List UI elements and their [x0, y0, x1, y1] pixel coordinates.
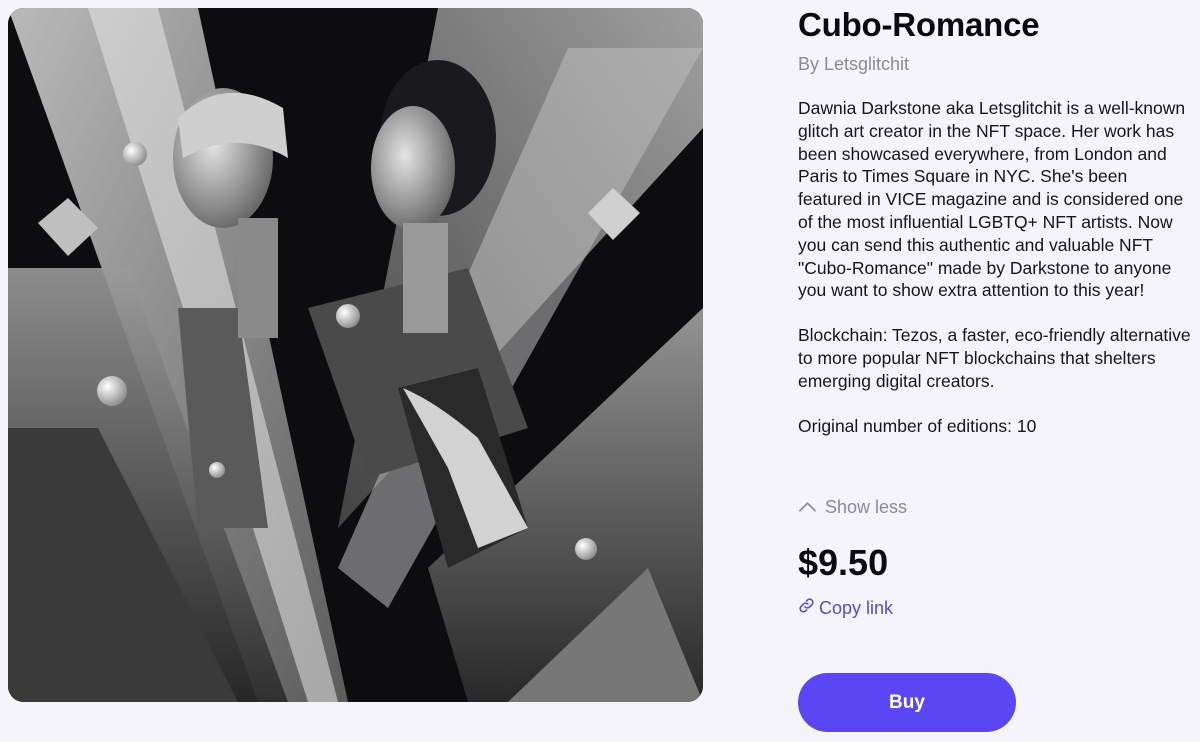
product-title: Cubo-Romance	[798, 6, 1040, 43]
artwork-image	[8, 8, 703, 702]
show-less-label: Show less	[825, 497, 908, 517]
show-less-button[interactable]: Show less	[798, 497, 907, 518]
description-paragraph: Dawnia Darkstone aka Letsglitchit is a w…	[798, 98, 1186, 301]
link-icon	[798, 597, 815, 619]
author-name: By Letsglitchit	[798, 54, 910, 74]
chevron-up-icon	[798, 497, 817, 518]
description-paragraph: Blockchain: Tezos, a faster, eco-friendl…	[798, 325, 1191, 391]
description-paragraph: Original number of editions: 10	[798, 415, 1037, 436]
product-description: Dawnia Darkstone aka Letsglitchit is a w…	[798, 97, 1194, 437]
copy-link-button[interactable]: Copy link	[798, 597, 893, 619]
copy-link-label: Copy link	[819, 597, 894, 618]
product-price: $9.50	[798, 542, 889, 583]
buy-button[interactable]: Buy	[798, 673, 1016, 732]
